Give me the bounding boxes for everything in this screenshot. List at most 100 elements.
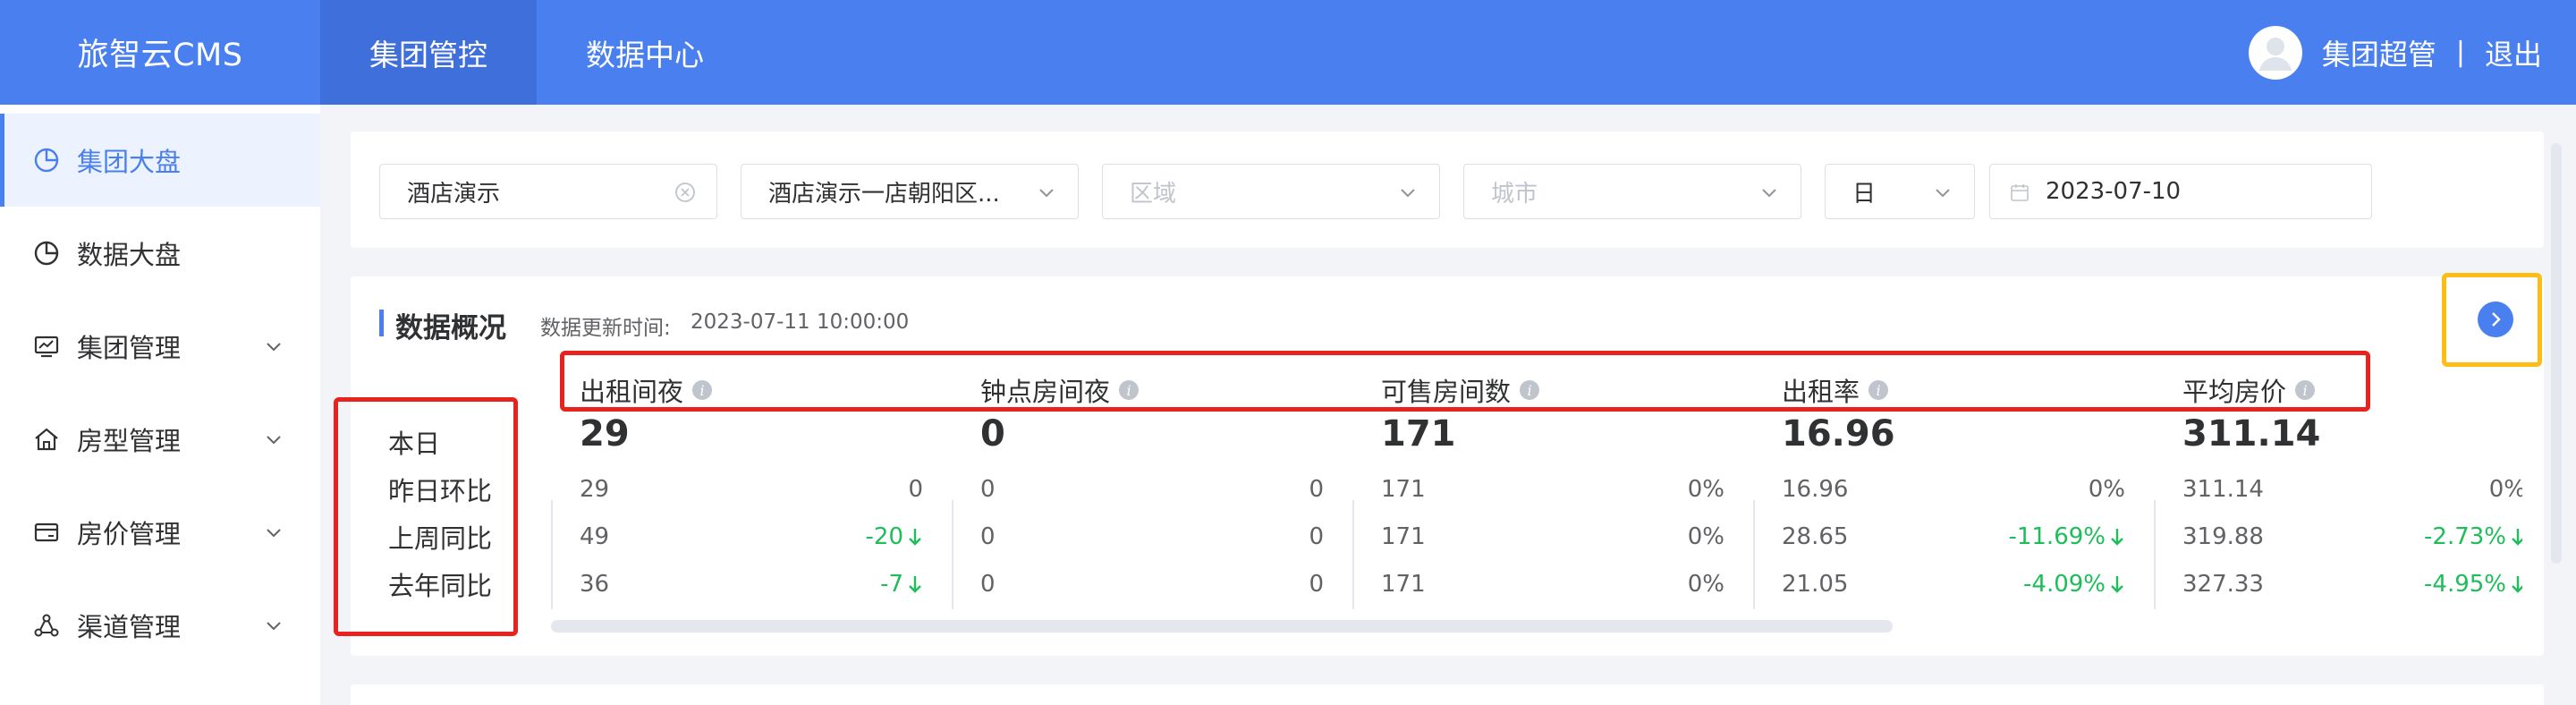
metric-change: -2.73%	[2424, 523, 2522, 550]
metric-value: 28.65	[1782, 523, 1849, 550]
period-select-value: 日	[1852, 180, 1877, 208]
column-divider	[1352, 500, 1354, 609]
chevron-down-icon	[1936, 189, 1950, 198]
nav-tab-data-center[interactable]: 数据中心	[537, 0, 753, 105]
sidebar-item-group-dashboard[interactable]: 集团大盘	[0, 114, 320, 207]
sidebar-item-room-type-management[interactable]: 房型管理	[0, 393, 320, 486]
chevron-down-icon	[1762, 189, 1776, 198]
city-select-placeholder: 城市	[1491, 180, 1538, 208]
city-select[interactable]: 城市	[1463, 164, 1801, 219]
sidebar-item-label: 房价管理	[77, 519, 182, 549]
metric-value: 29	[580, 476, 610, 503]
metric-today-value: 311.14	[2182, 413, 2321, 454]
sidebar-item-group-management[interactable]: 集团管理	[0, 300, 320, 393]
metric-change: -4.95%	[2424, 571, 2522, 598]
hotel-select-value: 酒店演示	[407, 180, 501, 208]
date-picker[interactable]: 2023-07-10	[1989, 164, 2372, 219]
chevron-down-icon	[267, 343, 281, 352]
metric-value: 327.33	[2182, 571, 2264, 598]
column-divider	[2154, 500, 2156, 609]
nav-tab-group-control[interactable]: 集团管控	[320, 0, 537, 105]
arrow-down-icon	[909, 576, 921, 593]
metric-today-value: 16.96	[1782, 413, 1895, 454]
annotation-box-row-labels	[334, 397, 518, 636]
metric-change: 0	[908, 476, 923, 503]
period-select[interactable]: 日	[1825, 164, 1975, 219]
sidebar-item-channel-management[interactable]: 渠道管理	[0, 579, 320, 672]
metric-change: -7	[880, 571, 923, 598]
metric-change: 0	[1309, 571, 1324, 598]
logout-link[interactable]: 退出	[2485, 32, 2542, 73]
annotation-box-column-headers	[560, 351, 2370, 412]
metric-value: 311.14	[2182, 476, 2264, 503]
metric-value: 0	[980, 523, 996, 550]
sidebar-item-label: 渠道管理	[77, 612, 182, 642]
sidebar-item-room-price-management[interactable]: 房价管理	[0, 486, 320, 579]
column-divider	[952, 500, 953, 609]
sidebar: 集团大盘 数据大盘 集团管理 房型管理 房价管理 渠道管理	[0, 105, 320, 705]
next-section-panel	[351, 684, 2544, 705]
data-overview-panel: 数据概况 数据更新时间: 2023-07-11 10:00:00 本日 昨日环比…	[351, 276, 2544, 656]
monitor-chart-icon	[34, 336, 59, 358]
metric-value: 0	[980, 476, 996, 503]
app-logo[interactable]: 旅智云CMS	[0, 0, 320, 105]
calendar-icon	[2011, 184, 2029, 201]
metric-value: 171	[1381, 571, 1426, 598]
user-name[interactable]: 集团超管	[2322, 32, 2436, 73]
metric-value: 21.05	[1782, 571, 1849, 598]
metric-change: 0%	[1687, 476, 1724, 503]
metric-change: 0	[1309, 523, 1324, 550]
column-divider	[551, 500, 553, 609]
sidebar-item-data-dashboard[interactable]: 数据大盘	[0, 207, 320, 300]
annotation-box-next-button	[2442, 273, 2542, 367]
clear-icon[interactable]	[674, 181, 697, 204]
vertical-scrollbar[interactable]	[2551, 143, 2562, 564]
header-separator: |	[2455, 37, 2465, 68]
metric-today-value: 171	[1381, 413, 1456, 454]
chevron-down-icon	[1039, 189, 1054, 198]
sidebar-item-label: 房型管理	[77, 426, 182, 456]
hotel-select[interactable]: 酒店演示	[379, 164, 717, 219]
section-title-accent	[379, 310, 384, 336]
column-divider	[1753, 500, 1755, 609]
metric-change: -4.09%	[2023, 571, 2125, 598]
region-select-placeholder: 区域	[1130, 180, 1177, 208]
user-avatar-icon[interactable]	[2248, 25, 2302, 80]
arrow-down-icon	[2512, 529, 2522, 546]
arrow-down-icon	[2111, 576, 2123, 593]
metric-value: 171	[1381, 476, 1426, 503]
metric-today-value: 0	[980, 413, 1005, 454]
network-icon	[34, 614, 59, 637]
date-picker-value: 2023-07-10	[2046, 178, 2182, 205]
pie-chart-icon	[34, 148, 59, 173]
metric-value: 36	[580, 571, 610, 598]
metric-value: 319.88	[2182, 523, 2264, 550]
store-select[interactable]: 酒店演示一店朝阳区...	[741, 164, 1079, 219]
top-header: 旅智云CMS 集团管控 数据中心 集团超管 | 退出	[0, 0, 2576, 105]
horizontal-scrollbar[interactable]	[551, 620, 1893, 633]
metric-change: 0	[1309, 476, 1324, 503]
chevron-down-icon	[267, 622, 281, 631]
update-time-value: 2023-07-11 10:00:00	[691, 310, 910, 334]
sidebar-item-label: 数据大盘	[77, 240, 182, 270]
update-time-label: 数据更新时间:	[540, 317, 671, 340]
chevron-down-icon	[267, 436, 281, 445]
sidebar-item-label: 集团管理	[77, 333, 182, 363]
region-select[interactable]: 区域	[1102, 164, 1440, 219]
home-icon	[35, 428, 58, 451]
metric-change: -20	[866, 523, 923, 550]
arrow-down-icon	[909, 529, 921, 546]
metric-value: 49	[580, 523, 610, 550]
metric-change: 0%	[1687, 571, 1724, 598]
card-icon	[34, 522, 59, 542]
metric-value: 0	[980, 571, 996, 598]
metric-today-value: 29	[580, 413, 630, 454]
chevron-down-icon	[1401, 189, 1415, 198]
metric-change: 0%	[1687, 523, 1724, 550]
metric-change: -11.69%	[2008, 523, 2125, 550]
metric-value: 16.96	[1782, 476, 1849, 503]
chevron-down-icon	[267, 529, 281, 538]
filter-panel: 酒店演示 酒店演示一店朝阳区... 区域 城市 日 2023-07-10	[351, 132, 2544, 248]
arrow-down-icon	[2512, 576, 2522, 593]
arrow-down-icon	[2111, 529, 2123, 546]
